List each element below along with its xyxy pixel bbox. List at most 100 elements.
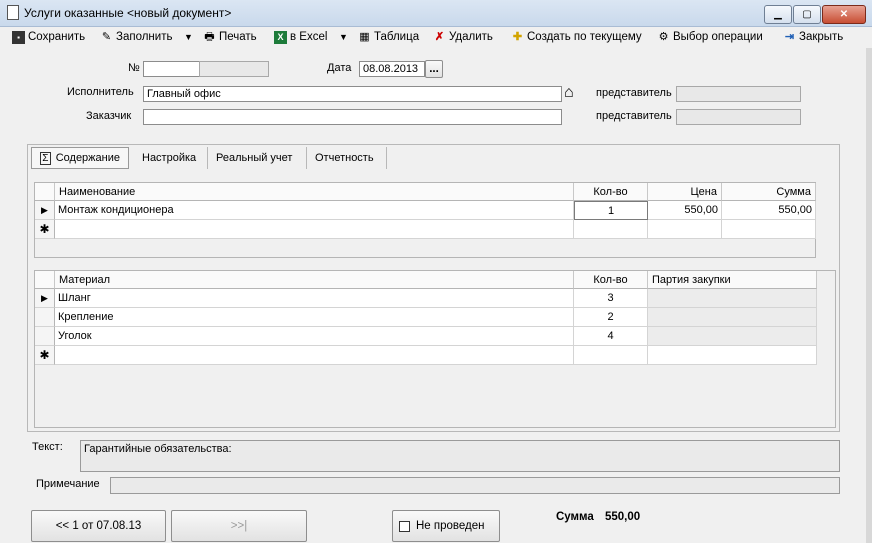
executor-label: Исполнитель bbox=[67, 86, 134, 98]
printer-icon: 🖶 bbox=[204, 30, 215, 43]
new-row-cell[interactable] bbox=[55, 220, 574, 239]
services-grid: Наименование Кол-во Цена Сумма ▶ Монтаж … bbox=[34, 182, 816, 258]
new-row-cell[interactable] bbox=[648, 220, 722, 239]
tab-content[interactable]: Σ Содержание bbox=[31, 147, 129, 169]
toolbar: ▪ Сохранить ✎ Заполнить ▼ 🖶 Печать X в E… bbox=[0, 26, 872, 48]
sum-label: Сумма bbox=[556, 511, 594, 523]
checkbox-icon bbox=[399, 520, 410, 532]
material-batch-cell[interactable] bbox=[648, 289, 817, 308]
fill-button[interactable]: ✎ Заполнить bbox=[100, 28, 173, 46]
excel-dropdown[interactable]: ▼ bbox=[339, 28, 348, 46]
column-header-qty[interactable]: Кол-во bbox=[574, 271, 648, 289]
operation-icon: ⚙ bbox=[658, 30, 669, 43]
title-bar: Услуги оказанные <новый документ> ▁ ▢ ✕ bbox=[0, 0, 872, 27]
column-header-name[interactable]: Наименование bbox=[55, 183, 574, 201]
current-row-icon[interactable]: ▶ bbox=[35, 201, 55, 220]
save-button[interactable]: ▪ Сохранить bbox=[12, 28, 85, 46]
minimize-icon: ▁ bbox=[774, 9, 782, 20]
material-qty-cell[interactable]: 2 bbox=[574, 308, 648, 327]
fill-dropdown[interactable]: ▼ bbox=[184, 28, 193, 46]
close-window-button[interactable]: ✕ bbox=[822, 5, 866, 24]
chevron-down-icon: ▼ bbox=[339, 32, 348, 42]
column-header-qty[interactable]: Кол-во bbox=[574, 183, 648, 201]
row-header[interactable] bbox=[35, 327, 55, 346]
date-picker-button[interactable]: ... bbox=[425, 60, 443, 78]
material-name-cell[interactable]: Крепление bbox=[55, 308, 574, 327]
column-header-material[interactable]: Материал bbox=[55, 271, 574, 289]
excel-icon: X bbox=[274, 30, 287, 44]
representative-label-1: представитель bbox=[596, 87, 672, 99]
material-name-cell[interactable]: Уголок bbox=[55, 327, 574, 346]
new-row-cell[interactable] bbox=[574, 346, 648, 365]
window-title: Услуги оказанные <новый документ> bbox=[24, 6, 232, 20]
excel-button[interactable]: X в Excel bbox=[274, 28, 327, 46]
plus-icon: ✚ bbox=[512, 30, 523, 43]
new-row-cell[interactable] bbox=[55, 346, 574, 365]
fill-icon: ✎ bbox=[101, 30, 112, 43]
text-label: Текст: bbox=[32, 441, 63, 453]
sigma-icon: Σ bbox=[40, 151, 51, 165]
number-suffix-field bbox=[199, 61, 269, 77]
delete-icon: ✗ bbox=[434, 30, 445, 43]
executor-input[interactable]: Главный офис bbox=[143, 86, 562, 102]
maximize-button[interactable]: ▢ bbox=[793, 5, 821, 24]
customer-input[interactable] bbox=[143, 109, 562, 125]
row-header-corner bbox=[35, 271, 55, 289]
column-header-batch[interactable]: Партия закупки bbox=[648, 271, 817, 289]
post-status-toggle[interactable]: Не проведен bbox=[392, 510, 500, 542]
document-icon bbox=[7, 5, 19, 20]
column-header-sum[interactable]: Сумма bbox=[722, 183, 816, 201]
table-icon: ▦ bbox=[359, 30, 370, 43]
delete-button[interactable]: ✗ Удалить bbox=[433, 28, 493, 46]
new-row-icon[interactable]: ✱ bbox=[35, 346, 55, 365]
customer-label: Заказчик bbox=[86, 110, 132, 122]
material-batch-cell[interactable] bbox=[648, 308, 817, 327]
choose-operation-button[interactable]: ⚙ Выбор операции bbox=[657, 28, 763, 46]
table-button[interactable]: ▦ Таблица bbox=[358, 28, 419, 46]
current-row-icon[interactable]: ▶ bbox=[35, 289, 55, 308]
tab-reports[interactable]: Отчетность bbox=[307, 147, 387, 169]
material-qty-cell[interactable]: 3 bbox=[574, 289, 648, 308]
exit-icon: ⇥ bbox=[784, 30, 795, 43]
number-label: № bbox=[128, 62, 140, 74]
row-header-corner bbox=[35, 183, 55, 201]
customer-representative-field bbox=[676, 109, 801, 125]
text-area[interactable]: Гарантийные обязательства: bbox=[80, 440, 840, 472]
print-button[interactable]: 🖶 Печать bbox=[203, 28, 256, 46]
close-button[interactable]: ⇥ Закрыть bbox=[783, 28, 843, 46]
new-row-cell[interactable] bbox=[648, 346, 817, 365]
number-input[interactable] bbox=[143, 61, 200, 77]
new-row-icon[interactable]: ✱ bbox=[35, 220, 55, 239]
tab-settings[interactable]: Настройка bbox=[134, 147, 208, 169]
close-icon: ✕ bbox=[839, 9, 849, 20]
material-qty-cell[interactable]: 4 bbox=[574, 327, 648, 346]
service-qty-cell[interactable]: 1 bbox=[574, 201, 648, 220]
home-icon[interactable]: ⌂ bbox=[564, 84, 582, 102]
next-document-button[interactable]: >>| bbox=[171, 510, 307, 542]
note-field[interactable] bbox=[110, 477, 840, 494]
note-label: Примечание bbox=[36, 478, 100, 490]
new-row-cell[interactable] bbox=[574, 220, 648, 239]
executor-representative-field bbox=[676, 86, 801, 102]
previous-document-button[interactable]: << 1 от 07.08.13 bbox=[31, 510, 166, 542]
material-name-cell[interactable]: Шланг bbox=[55, 289, 574, 308]
service-sum-cell[interactable]: 550,00 bbox=[722, 201, 816, 220]
new-row-cell[interactable] bbox=[722, 220, 816, 239]
floppy-icon: ▪ bbox=[12, 30, 25, 44]
column-header-price[interactable]: Цена bbox=[648, 183, 722, 201]
maximize-icon: ▢ bbox=[802, 9, 812, 20]
date-label: Дата bbox=[327, 62, 352, 74]
service-name-cell[interactable]: Монтаж кондиционера bbox=[55, 201, 574, 220]
material-batch-cell[interactable] bbox=[648, 327, 817, 346]
date-input[interactable]: 08.08.2013 bbox=[359, 61, 425, 77]
representative-label-2: представитель bbox=[596, 110, 672, 122]
tab-real-accounting[interactable]: Реальный учет bbox=[208, 147, 307, 169]
row-header[interactable] bbox=[35, 308, 55, 327]
minimize-button[interactable]: ▁ bbox=[764, 5, 792, 24]
create-by-current-button[interactable]: ✚ Создать по текущему bbox=[511, 28, 642, 46]
sum-value: 550,00 bbox=[605, 511, 641, 523]
materials-grid: Материал Кол-во Партия закупки ▶ Шланг 3… bbox=[34, 270, 836, 428]
service-price-cell[interactable]: 550,00 bbox=[648, 201, 722, 220]
right-border bbox=[866, 48, 872, 543]
chevron-down-icon: ▼ bbox=[184, 32, 193, 42]
